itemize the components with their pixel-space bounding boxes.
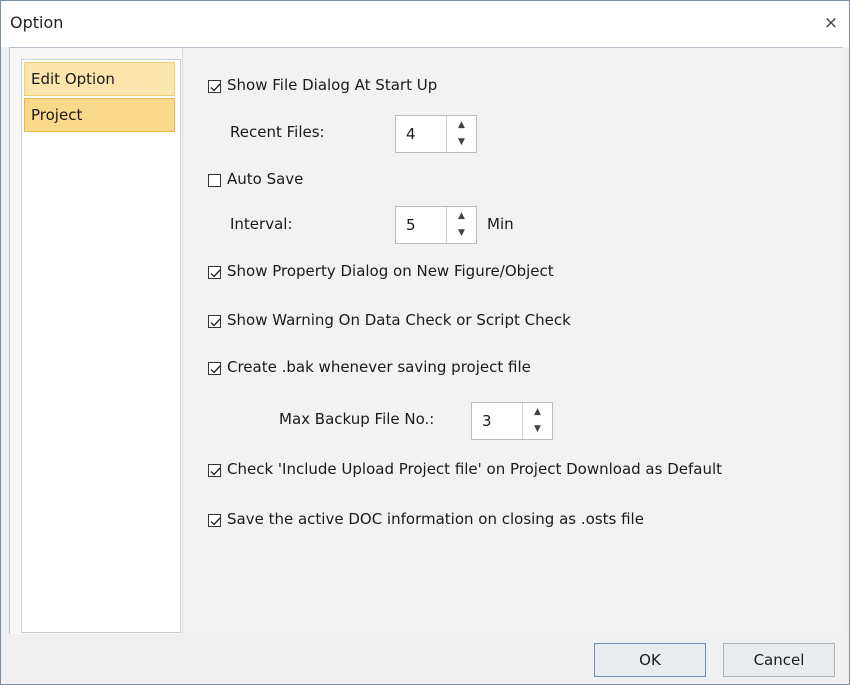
dialog-content: Edit Option Project Show File Dialog At … <box>9 47 843 635</box>
cancel-button[interactable]: Cancel <box>723 643 835 677</box>
max-backup-stepper[interactable]: 3 ▲ ▼ <box>471 402 553 440</box>
show-warning-label: Show Warning On Data Check or Script Che… <box>227 311 571 329</box>
auto-save-checkbox[interactable] <box>208 174 221 187</box>
spin-down-icon[interactable]: ▼ <box>523 421 552 438</box>
check-icon <box>210 365 221 374</box>
check-icon <box>210 83 221 92</box>
check-icon <box>210 467 221 476</box>
max-backup-value: 3 <box>482 412 492 430</box>
spin-up-icon[interactable]: ▲ <box>447 208 476 225</box>
create-bak-label: Create .bak whenever saving project file <box>227 358 531 376</box>
recent-files-value: 4 <box>406 125 416 143</box>
show-property-dialog-label: Show Property Dialog on New Figure/Objec… <box>227 262 554 280</box>
create-bak-checkbox[interactable] <box>208 362 221 375</box>
option-dialog: Option × Edit Option Project Show File D… <box>0 0 850 685</box>
title-bar: Option × <box>1 1 849 47</box>
save-active-doc-checkbox[interactable] <box>208 514 221 527</box>
show-file-dialog-label: Show File Dialog At Start Up <box>227 76 438 94</box>
spin-up-icon[interactable]: ▲ <box>447 117 476 134</box>
sidebar-item-project[interactable]: Project <box>24 98 175 132</box>
interval-stepper[interactable]: 5 ▲ ▼ <box>395 206 477 244</box>
recent-files-label: Recent Files: <box>230 123 325 141</box>
spin-down-icon[interactable]: ▼ <box>447 225 476 242</box>
include-upload-checkbox[interactable] <box>208 464 221 477</box>
sidebar-item-edit-option[interactable]: Edit Option <box>24 62 175 96</box>
interval-value: 5 <box>406 216 416 234</box>
button-bar: OK Cancel <box>1 634 849 684</box>
show-warning-checkbox[interactable] <box>208 315 221 328</box>
auto-save-label: Auto Save <box>227 170 304 188</box>
recent-files-stepper[interactable]: 4 ▲ ▼ <box>395 115 477 153</box>
close-icon[interactable]: × <box>819 11 843 35</box>
check-icon <box>210 318 221 327</box>
check-icon <box>210 517 221 526</box>
interval-label: Interval: <box>230 215 293 233</box>
spin-up-icon[interactable]: ▲ <box>523 404 552 421</box>
options-pane: Show File Dialog At Start Up Recent File… <box>182 48 843 634</box>
show-file-dialog-checkbox[interactable] <box>208 80 221 93</box>
spin-down-icon[interactable]: ▼ <box>447 134 476 151</box>
show-property-dialog-checkbox[interactable] <box>208 266 221 279</box>
ok-button[interactable]: OK <box>594 643 706 677</box>
interval-unit: Min <box>487 215 514 233</box>
max-backup-label: Max Backup File No.: <box>279 410 435 428</box>
include-upload-label: Check 'Include Upload Project file' on P… <box>227 460 723 478</box>
save-active-doc-label: Save the active DOC information on closi… <box>227 510 644 528</box>
check-icon <box>210 269 221 278</box>
category-list: Edit Option Project <box>21 59 181 633</box>
dialog-title: Option <box>10 13 64 32</box>
